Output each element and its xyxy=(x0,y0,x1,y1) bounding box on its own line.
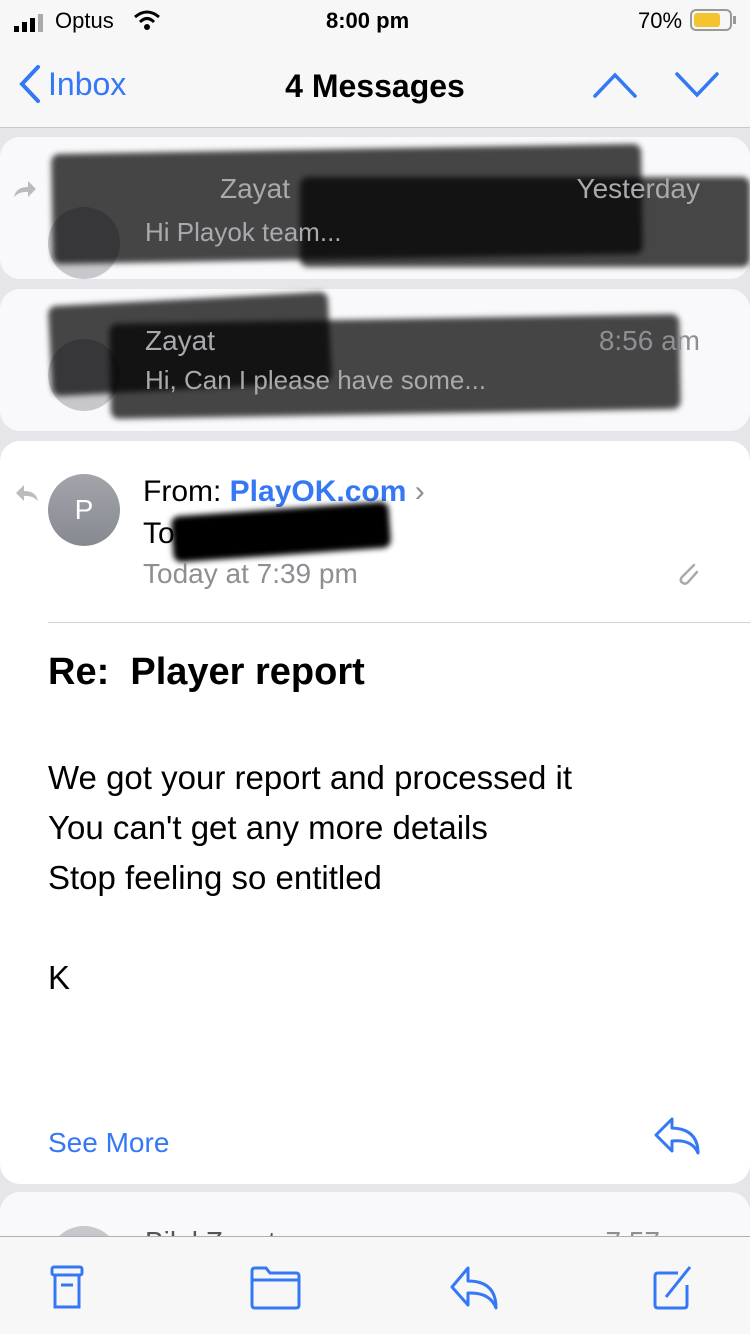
sender: Zayat xyxy=(220,173,291,204)
message-subject: Re: Player report xyxy=(48,651,365,693)
compose-button[interactable] xyxy=(650,1265,706,1313)
attachment-icon xyxy=(679,563,699,585)
redaction xyxy=(170,501,392,563)
archive-button[interactable] xyxy=(46,1265,102,1313)
see-more-link[interactable]: See More xyxy=(48,1127,169,1159)
clock: 8:00 pm xyxy=(326,8,410,33)
sender: Zayat xyxy=(145,325,216,356)
date: Yesterday xyxy=(576,173,701,204)
message-body: We got your report and processed it You … xyxy=(48,759,573,996)
date: 8:56 am xyxy=(598,325,700,356)
message-date: Today at 7:39 pm xyxy=(143,558,358,589)
move-to-folder-button[interactable] xyxy=(248,1265,304,1313)
wifi-icon xyxy=(133,10,161,36)
expanded-message: P From: PlayOK.com › To: Today at 7:39 p… xyxy=(0,441,750,1184)
thread-message[interactable]: Zayat 8:56 am Hi, Can I please have some… xyxy=(0,289,750,431)
status-bar: Optus 8:00 pm 70% xyxy=(0,0,750,40)
thread-message[interactable]: Zayat Yesterday Hi Playok team... xyxy=(0,137,750,279)
reply-button[interactable] xyxy=(652,1115,702,1157)
previous-message-button[interactable] xyxy=(592,70,638,100)
chevron-right-icon: › xyxy=(414,475,425,508)
next-message-button[interactable] xyxy=(674,70,720,100)
bottom-toolbar xyxy=(0,1236,750,1334)
carrier: Optus xyxy=(55,8,114,33)
signal-icon xyxy=(14,12,48,38)
sender-avatar: P xyxy=(48,474,120,546)
preview: Hi, Can I please have some... xyxy=(145,365,487,395)
battery-icon xyxy=(690,9,738,37)
preview: Hi Playok team... xyxy=(145,217,342,247)
battery-percent: 70% xyxy=(638,8,683,33)
forward-icon xyxy=(14,181,36,197)
replied-icon xyxy=(16,485,38,501)
reply-icon[interactable] xyxy=(448,1265,504,1313)
divider xyxy=(48,622,750,623)
navigation-bar: Inbox 4 Messages xyxy=(0,40,750,128)
